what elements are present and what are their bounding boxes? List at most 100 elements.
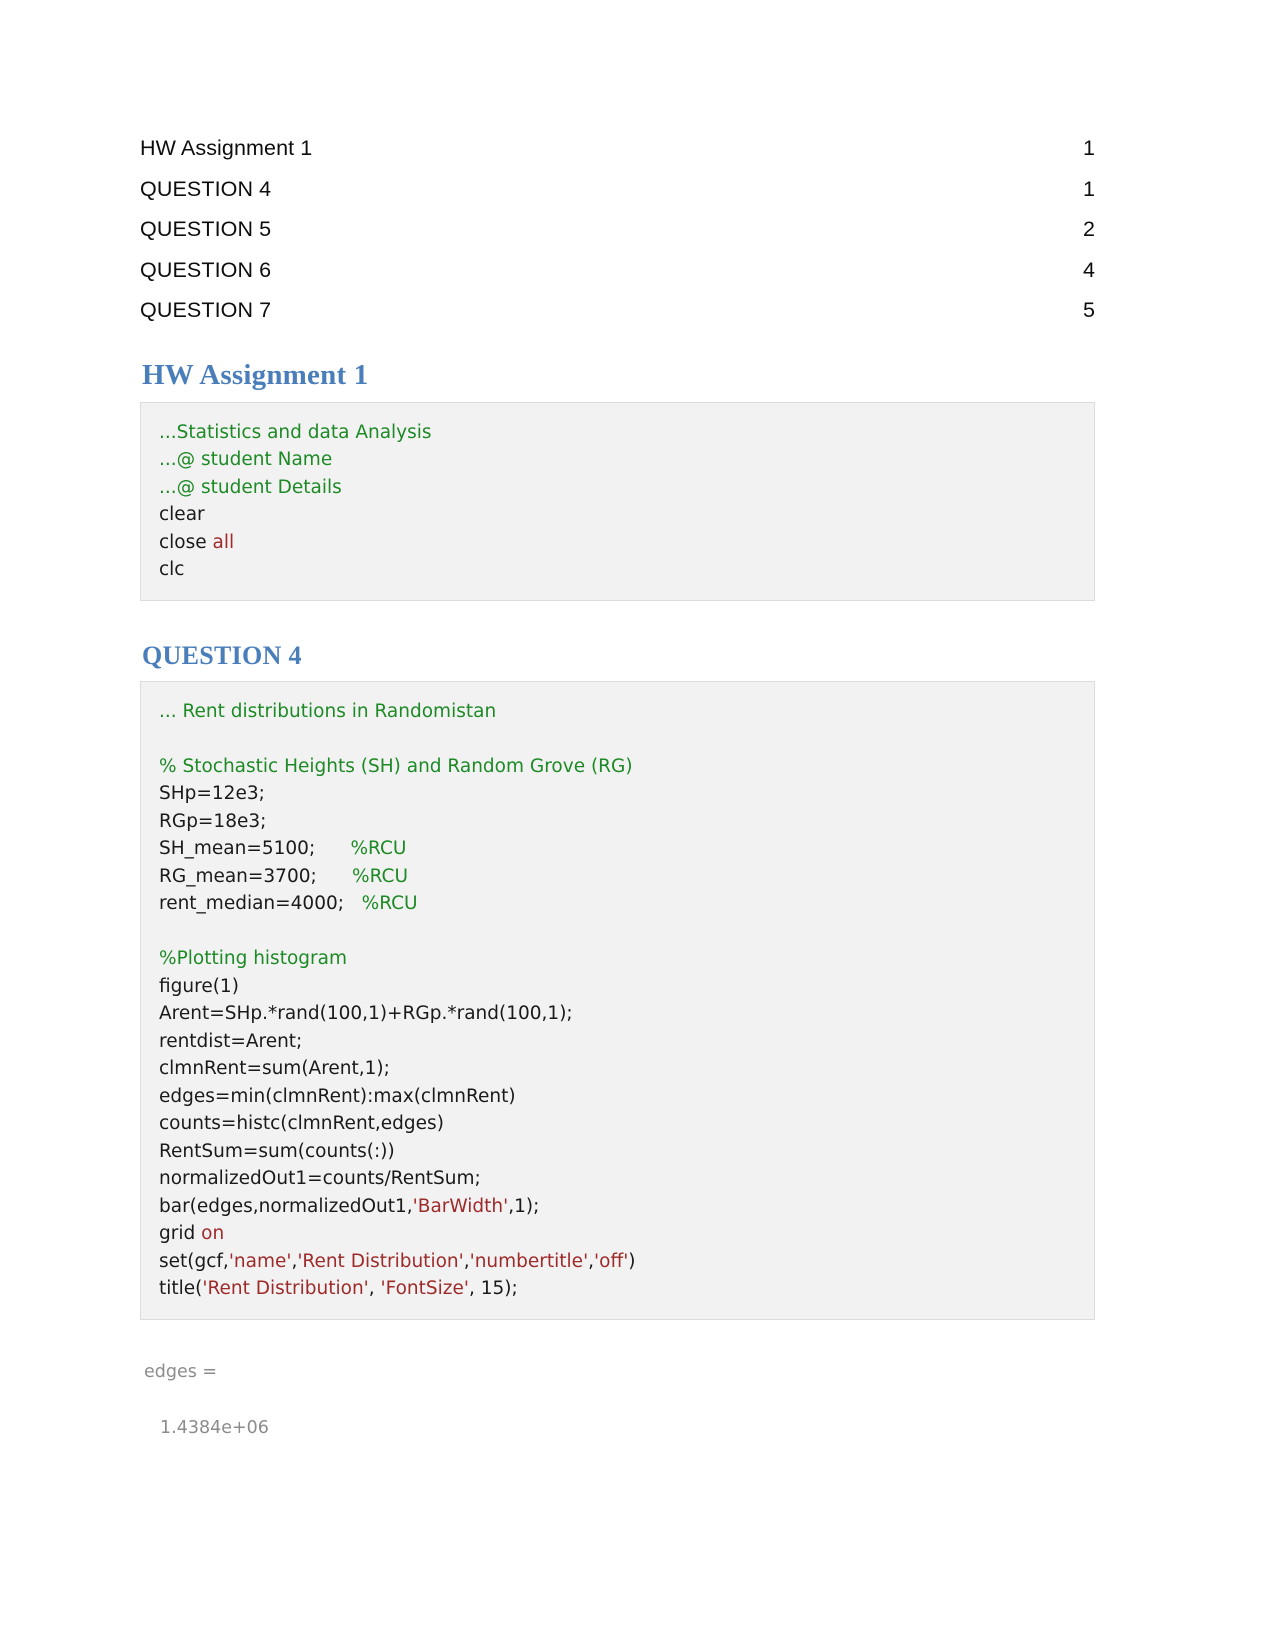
- toc-leader-dots: [273, 174, 1081, 196]
- code-text: close: [159, 531, 213, 553]
- code-comment: %RCU: [352, 865, 408, 887]
- code-line: Arent=SHp.*rand(100,1)+RGp.*rand(100,1);: [141, 1000, 1094, 1028]
- code-comment: ... Rent distributions in Randomistan: [159, 700, 497, 722]
- output-line: 1.4384e+06: [160, 1417, 269, 1438]
- code-text: edges=min(clmnRent):max(clmnRent): [159, 1085, 516, 1107]
- code-line: counts=histc(clmnRent,edges): [141, 1110, 1094, 1138]
- section-heading-hw-assignment-1: HW Assignment 1: [142, 358, 369, 391]
- toc-entry-page: 4: [1082, 257, 1095, 282]
- code-line: ...@ student Name: [141, 446, 1094, 474]
- toc-entry-question-7[interactable]: QUESTION 7 5: [140, 290, 1095, 331]
- code-text: clear: [159, 504, 205, 525]
- code-text: rent_median=4000;: [159, 893, 362, 914]
- toc-entry-hw-assignment-1[interactable]: HW Assignment 1 1: [140, 128, 1095, 169]
- code-string: 'Rent Distribution': [297, 1250, 464, 1272]
- code-line: normalizedOut1=counts/RentSum;: [141, 1165, 1094, 1193]
- code-line: set(gcf,'name','Rent Distribution','numb…: [141, 1248, 1094, 1276]
- section-heading-question-4: QUESTION 4: [142, 640, 302, 670]
- code-string: 'BarWidth': [412, 1195, 509, 1217]
- code-line: RG_mean=3700; %RCU: [141, 863, 1094, 891]
- toc-entry-label: QUESTION 6: [140, 257, 272, 282]
- code-line: ...@ student Details: [141, 474, 1094, 502]
- code-text: ,: [368, 1278, 381, 1299]
- code-line: % Stochastic Heights (SH) and Random Gro…: [141, 753, 1094, 781]
- code-keyword: on: [201, 1223, 225, 1244]
- code-text: RentSum=sum(counts(:)): [159, 1140, 395, 1162]
- code-comment: ...Statistics and data Analysis: [159, 421, 432, 443]
- code-line: SHp=12e3;: [141, 780, 1094, 808]
- toc-leader-dots: [273, 255, 1081, 277]
- code-text: , 15);: [468, 1278, 518, 1299]
- code-line: grid on: [141, 1220, 1094, 1248]
- code-text: counts=histc(clmnRent,edges): [159, 1113, 444, 1134]
- output-line: edges =: [144, 1361, 218, 1382]
- code-text: bar(edges,normalizedOut1,: [159, 1195, 413, 1217]
- code-text: SH_mean=5100;: [159, 838, 351, 859]
- toc-entry-question-5[interactable]: QUESTION 5 2: [140, 209, 1095, 250]
- toc-entry-page: 2: [1082, 217, 1095, 241]
- code-comment: ...@ student Name: [159, 449, 333, 470]
- code-line: clc: [141, 556, 1094, 584]
- code-comment: % Stochastic Heights (SH) and Random Gro…: [159, 755, 633, 777]
- code-string: 'name': [228, 1250, 292, 1272]
- code-text: rentdist=Arent;: [159, 1030, 303, 1052]
- toc-entry-page: 5: [1082, 298, 1095, 322]
- code-string: 'Rent Distribution': [202, 1278, 369, 1299]
- code-line: ...Statistics and data Analysis: [141, 419, 1094, 447]
- code-comment: ...@ student Details: [159, 476, 342, 498]
- document-page: HW Assignment 1 1 QUESTION 4 1 QUESTION …: [0, 0, 1275, 1650]
- code-block-question-4: ... Rent distributions in Randomistan % …: [140, 680, 1095, 1320]
- toc-entry-question-4[interactable]: QUESTION 4 1: [140, 169, 1095, 210]
- toc-entry-question-6[interactable]: QUESTION 6 4: [140, 250, 1095, 291]
- code-text: Arent=SHp.*rand(100,1)+RGp.*rand(100,1);: [159, 1003, 573, 1024]
- code-keyword: all: [212, 531, 235, 553]
- toc-entry-label: QUESTION 5: [140, 217, 272, 241]
- code-line: rent_median=4000; %RCU: [141, 890, 1094, 918]
- code-line: %Plotting histogram: [141, 945, 1094, 973]
- toc-entry-label: QUESTION 7: [140, 298, 272, 322]
- code-text: RGp=18e3;: [159, 810, 267, 832]
- code-text: clc: [159, 559, 185, 580]
- code-line: bar(edges,normalizedOut1,'BarWidth',1);: [141, 1193, 1094, 1221]
- code-text: SHp=12e3;: [159, 783, 265, 804]
- output-block-question-4: edges = 1.4384e+06: [140, 1358, 1095, 1442]
- toc-entry-page: 1: [1082, 136, 1095, 160]
- code-line: title('Rent Distribution', 'FontSize', 1…: [141, 1275, 1094, 1303]
- code-text: ): [628, 1250, 636, 1272]
- code-text: normalizedOut1=counts/RentSum;: [159, 1168, 481, 1189]
- code-line: SH_mean=5100; %RCU: [141, 835, 1094, 863]
- toc-entry-label: QUESTION 4: [140, 176, 272, 201]
- toc-leader-dots: [273, 296, 1081, 318]
- code-line: ... Rent distributions in Randomistan: [141, 698, 1094, 726]
- code-text: ,1);: [508, 1195, 540, 1217]
- code-comment: %RCU: [350, 838, 407, 859]
- code-line: edges=min(clmnRent):max(clmnRent): [141, 1083, 1094, 1111]
- code-string: 'numbertitle': [469, 1250, 589, 1272]
- toc-entry-page: 1: [1082, 176, 1095, 201]
- toc-entry-label: HW Assignment 1: [140, 136, 313, 160]
- code-text: clmnRent=sum(Arent,1);: [159, 1058, 390, 1079]
- code-string: 'off': [594, 1250, 629, 1272]
- toc-leader-dots: [273, 215, 1081, 237]
- code-string: 'FontSize': [380, 1278, 469, 1299]
- code-text: set(gcf,: [159, 1250, 229, 1272]
- table-of-contents: HW Assignment 1 1 QUESTION 4 1 QUESTION …: [140, 128, 1095, 331]
- code-line: clmnRent=sum(Arent,1);: [141, 1055, 1094, 1083]
- toc-leader-dots: [314, 134, 1081, 156]
- code-text: RG_mean=3700;: [159, 865, 353, 887]
- code-text: figure(1): [159, 975, 239, 997]
- code-block-hw-assignment-1: ...Statistics and data Analysis ...@ stud…: [140, 401, 1095, 601]
- code-comment: %RCU: [361, 893, 418, 914]
- code-line: clear: [141, 501, 1094, 529]
- code-line: rentdist=Arent;: [141, 1028, 1094, 1056]
- code-comment: %Plotting histogram: [159, 948, 347, 969]
- code-text: grid: [159, 1223, 202, 1244]
- page-content: HW Assignment 1 1 QUESTION 4 1 QUESTION …: [140, 128, 1095, 1442]
- code-line: close all: [141, 529, 1094, 557]
- code-line: figure(1): [141, 973, 1094, 1001]
- code-line: RGp=18e3;: [141, 808, 1094, 836]
